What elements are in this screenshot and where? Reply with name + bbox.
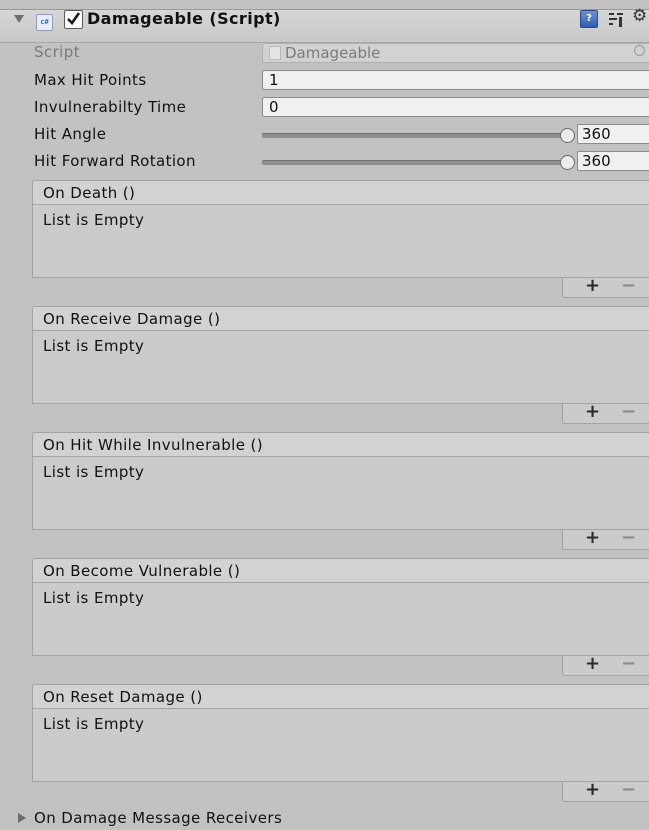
event-list-body: List is Empty (32, 331, 649, 404)
add-listener-button[interactable]: + (585, 654, 600, 674)
event-empty-text: List is Empty (43, 337, 145, 355)
event-list-body: List is Empty (32, 583, 649, 656)
component-enabled-checkbox[interactable] (64, 10, 83, 29)
event-title: On Death () (32, 180, 649, 205)
hit-angle-slider-handle[interactable] (559, 128, 575, 143)
event-empty-text: List is Empty (43, 715, 145, 733)
csharp-script-icon: c# (36, 14, 53, 31)
object-picker-icon[interactable] (634, 45, 645, 56)
add-listener-button[interactable]: + (585, 276, 600, 296)
event-list-footer: + − (562, 402, 649, 424)
gear-icon[interactable]: ⚙ (632, 6, 647, 26)
event-title: On Hit While Invulnerable () (32, 432, 649, 457)
script-field[interactable]: Damageable (262, 43, 649, 63)
event-title: On Reset Damage () (32, 684, 649, 709)
preset-icon[interactable] (608, 11, 624, 27)
add-listener-button[interactable]: + (585, 528, 600, 548)
checkmark-icon (67, 12, 81, 26)
help-icon[interactable]: ? (580, 10, 598, 28)
script-asset-icon (269, 46, 281, 60)
script-value: Damageable (285, 44, 381, 62)
event-list-footer: + − (562, 528, 649, 550)
hit-angle-slider-track[interactable] (262, 133, 566, 138)
remove-listener-button[interactable]: − (621, 276, 636, 296)
hit-forward-rotation-slider-track[interactable] (262, 160, 566, 165)
foldout-collapsed-icon[interactable] (18, 813, 26, 823)
event-empty-text: List is Empty (43, 589, 145, 607)
event-title: On Become Vulnerable () (32, 558, 649, 583)
remove-listener-button[interactable]: − (621, 780, 636, 800)
event-list-body: List is Empty (32, 205, 649, 278)
hit-forward-rotation-label: Hit Forward Rotation (34, 152, 196, 170)
add-listener-button[interactable]: + (585, 780, 600, 800)
event-empty-text: List is Empty (43, 463, 145, 481)
remove-listener-button[interactable]: − (621, 654, 636, 674)
inspector-component-panel: c# Damageable (Script) ? ⚙ Script Damage… (0, 0, 649, 830)
damage-message-receivers-foldout[interactable]: On Damage Message Receivers (34, 809, 282, 827)
script-label: Script (34, 43, 80, 61)
hit-angle-input[interactable]: 360 (577, 124, 649, 144)
hit-angle-label: Hit Angle (34, 125, 107, 143)
foldout-arrow-icon[interactable] (14, 15, 24, 23)
hit-forward-rotation-slider-handle[interactable] (559, 155, 575, 170)
invulnerability-time-input[interactable]: 0 (262, 97, 649, 117)
event-list-body: List is Empty (32, 457, 649, 530)
component-title: Damageable (Script) (87, 9, 281, 28)
invulnerability-time-label: Invulnerabilty Time (34, 98, 187, 116)
hit-forward-rotation-input[interactable]: 360 (577, 151, 649, 171)
event-list-body: List is Empty (32, 709, 649, 782)
event-list-footer: + − (562, 780, 649, 802)
event-empty-text: List is Empty (43, 211, 145, 229)
event-list-footer: + − (562, 276, 649, 298)
event-list-footer: + − (562, 654, 649, 676)
remove-listener-button[interactable]: − (621, 402, 636, 422)
remove-listener-button[interactable]: − (621, 528, 636, 548)
event-title: On Receive Damage () (32, 306, 649, 331)
max-hit-points-label: Max Hit Points (34, 71, 147, 89)
add-listener-button[interactable]: + (585, 402, 600, 422)
max-hit-points-input[interactable]: 1 (262, 70, 649, 90)
